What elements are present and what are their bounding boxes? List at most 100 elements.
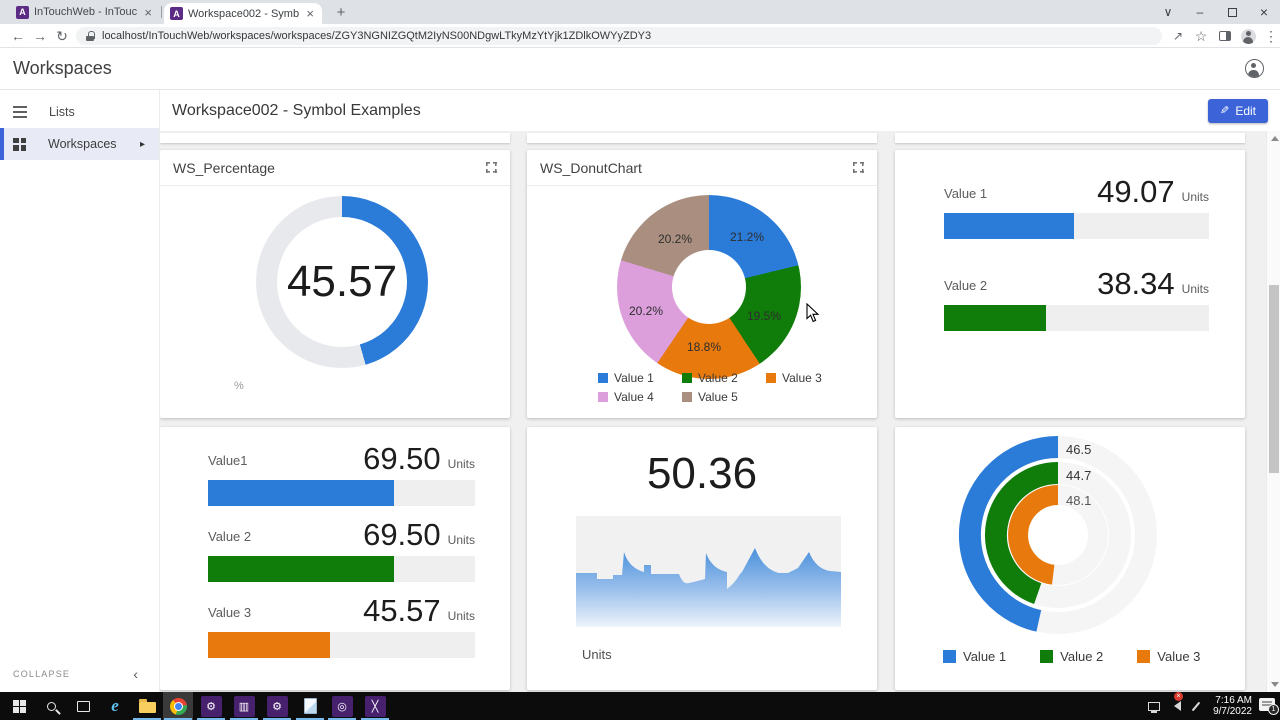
tab-close-icon[interactable]: × — [142, 6, 154, 19]
tray-volume-muted-icon[interactable]: × — [1164, 692, 1186, 720]
bar-unit: Units — [448, 609, 475, 626]
sidebar-item-label: Lists — [49, 105, 75, 119]
app-gears-button[interactable]: ⚙ — [196, 692, 226, 720]
internet-explorer-button[interactable]: e — [100, 692, 130, 720]
avatar-icon — [1241, 29, 1256, 44]
screen: A InTouchWeb - InTouch Introduction × A … — [0, 0, 1280, 720]
expand-icon[interactable] — [853, 162, 864, 173]
search-button[interactable] — [36, 692, 66, 720]
chrome-button[interactable] — [163, 692, 193, 720]
card-bars-bottom: Value169.50Units Value 269.50Units Value… — [160, 427, 510, 690]
notification-icon[interactable]: 1 — [1259, 698, 1275, 711]
start-button[interactable] — [4, 692, 34, 720]
collapse-button[interactable]: COLLAPSE ‹ — [0, 662, 160, 686]
bar-row: Value 238.34Units — [944, 268, 1209, 331]
bookmark-star-icon[interactable]: ☆ — [1191, 26, 1211, 46]
bar-value: 49.07 — [1097, 176, 1175, 207]
bar-value: 69.50 — [363, 519, 441, 550]
clock[interactable]: 7:16 AM 9/7/2022 — [1206, 695, 1252, 717]
tab-intouchweb[interactable]: A InTouchWeb - InTouch Introduction × — [10, 0, 160, 24]
mouse-cursor — [806, 303, 820, 323]
page-title: Workspace002 - Symbol Examples — [172, 102, 421, 120]
legend-item: Value 1 — [943, 649, 1006, 664]
monitor-icon: ▥ — [234, 696, 255, 717]
browser-menu-icon[interactable]: ⋮ — [1261, 26, 1280, 46]
bar-label: Value 2 — [208, 529, 363, 550]
card-title: WS_DonutChart — [540, 160, 642, 176]
app-x-button[interactable]: ╳ — [360, 692, 390, 720]
tab-title: InTouchWeb - InTouch Introduction — [34, 6, 137, 18]
legend-swatch — [598, 373, 608, 383]
mute-badge-icon: × — [1174, 692, 1183, 701]
chevron-right-icon: ▸ — [140, 139, 145, 150]
legend-item: Value 2 — [1040, 649, 1103, 664]
window-more-button[interactable]: ∨ — [1152, 0, 1184, 24]
radial-legend: Value 1 Value 2 Value 3 — [943, 649, 1234, 664]
legend-label: Value 5 — [698, 390, 738, 404]
bar-track — [944, 213, 1209, 239]
legend-label: Value 3 — [1157, 649, 1200, 664]
sidebar-item-lists[interactable]: Lists — [0, 96, 159, 128]
url-text: localhost/InTouchWeb/workspaces/workspac… — [102, 30, 651, 42]
grid-icon — [13, 138, 26, 151]
tab-workspace002[interactable]: A Workspace002 - Symbol Examples × — [164, 3, 322, 24]
app-title: Workspaces — [13, 58, 112, 79]
legend-item: Value 1 — [598, 371, 682, 385]
legend-label: Value 4 — [614, 390, 654, 404]
bar-unit: Units — [1182, 190, 1209, 207]
forward-button[interactable]: → — [30, 26, 50, 46]
bar-track — [944, 305, 1209, 331]
task-view-icon — [77, 701, 90, 712]
app-monitor-button[interactable]: ▥ — [229, 692, 259, 720]
sidebar-item-label: Workspaces — [48, 137, 117, 151]
collapse-label: COLLAPSE — [13, 669, 70, 679]
app-notepad-button[interactable] — [295, 692, 325, 720]
bar-row: Value 345.57Units — [208, 595, 475, 658]
taskbar: e ⚙ ▥ ⚙ ◎ ╳ × 7:16 AM 9/7/2022 1 — [0, 692, 1280, 720]
expand-icon[interactable] — [486, 162, 497, 173]
share-icon[interactable]: ↗ — [1168, 26, 1188, 46]
bar-track — [208, 480, 475, 506]
scrollbar-down-icon[interactable] — [1271, 682, 1279, 687]
side-panel-icon[interactable] — [1215, 26, 1235, 46]
search-icon — [47, 702, 56, 711]
window-maximize-button[interactable] — [1216, 0, 1248, 24]
task-view-button[interactable] — [68, 692, 98, 720]
bar-fill — [944, 305, 1046, 331]
bar-row: Value 269.50 Units — [208, 519, 475, 582]
donut-slice-label: 19.5% — [747, 309, 781, 323]
app-network-button[interactable]: ⚙ — [262, 692, 292, 720]
back-button[interactable]: ← — [8, 26, 28, 46]
account-icon[interactable] — [1245, 59, 1264, 78]
profile-avatar[interactable] — [1238, 26, 1258, 46]
window-close-button[interactable]: × — [1248, 0, 1280, 24]
card-ws-donutchart: WS_DonutChart 21.2% 19.5% 18.8% 20.2% 20… — [527, 150, 877, 418]
new-tab-button[interactable]: + — [332, 3, 350, 21]
ie-icon: e — [111, 696, 119, 716]
app-circle-button[interactable]: ◎ — [327, 692, 357, 720]
tray-tool-icon[interactable] — [1188, 692, 1204, 720]
bar-label: Value 1 — [944, 186, 1097, 207]
tab-separator — [161, 6, 162, 18]
speaker-icon — [1169, 701, 1181, 711]
legend-swatch — [1137, 650, 1150, 663]
bar-unit: Units — [448, 533, 475, 550]
url-bar[interactable]: localhost/InTouchWeb/workspaces/workspac… — [76, 27, 1162, 45]
file-explorer-button[interactable] — [132, 692, 162, 720]
legend-item: Value 4 — [598, 390, 682, 404]
scrollbar-up-icon[interactable] — [1271, 136, 1279, 141]
edit-button[interactable]: ✎ Edit — [1208, 99, 1268, 123]
tray-pc-icon[interactable] — [1144, 692, 1164, 720]
window-minimize-button[interactable]: – — [1184, 0, 1216, 24]
clock-date: 9/7/2022 — [1206, 706, 1252, 717]
scrollbar-thumb[interactable] — [1269, 285, 1279, 473]
reload-button[interactable]: ↻ — [52, 26, 72, 46]
lock-icon — [86, 31, 94, 41]
sidebar-item-workspaces[interactable]: Workspaces ▸ — [0, 128, 159, 160]
sidebar: Lists Workspaces ▸ COLLAPSE ‹ — [0, 90, 160, 692]
scrollbar[interactable] — [1266, 131, 1280, 692]
tab-close-icon[interactable]: × — [304, 7, 316, 20]
trend-value: 50.36 — [527, 449, 877, 499]
maximize-icon — [1228, 8, 1237, 17]
pencil-icon: ✎ — [1220, 104, 1229, 117]
